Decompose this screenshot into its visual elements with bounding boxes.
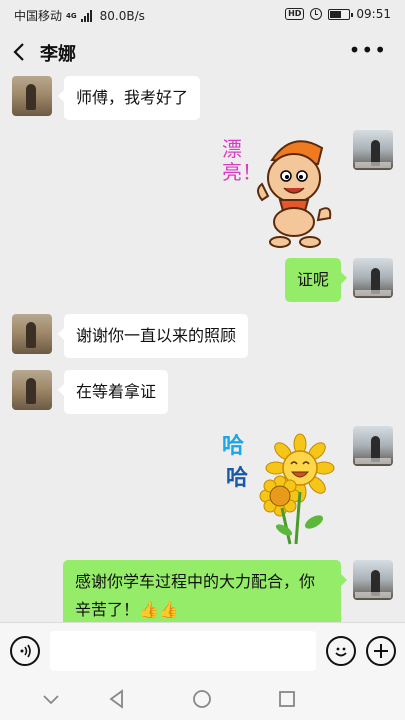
message-text: 感谢你学车过程中的大力配合，你辛苦了！👍👍 — [75, 572, 316, 619]
hide-keyboard-icon[interactable] — [40, 688, 62, 710]
message-bubble[interactable]: 谢谢你一直以来的照顾 — [57, 314, 249, 358]
my-avatar[interactable] — [353, 258, 393, 298]
sunflower-icon — [259, 433, 335, 545]
recents-nav-icon[interactable] — [276, 688, 298, 710]
voice-icon[interactable] — [10, 636, 40, 666]
contact-avatar[interactable] — [12, 370, 52, 410]
message-bubble[interactable]: 感谢你学车过程中的大力配合，你辛苦了！👍👍 — [63, 560, 347, 622]
message-bubble[interactable]: 在等着拿证 — [57, 370, 169, 414]
home-nav-icon[interactable] — [191, 688, 213, 710]
contact-avatar[interactable] — [12, 314, 52, 354]
message-list[interactable]: 师傅，我考好了 漂亮！ 证呢 谢谢你一直以来的照顾 在等着拿证 哈 哈 感谢你学… — [0, 74, 405, 622]
network-speed: 80.0B/s — [99, 8, 145, 23]
emoji-icon[interactable] — [326, 636, 356, 666]
plus-icon[interactable] — [366, 636, 396, 666]
back-arrow-icon[interactable] — [12, 42, 32, 62]
message-text: 在等着拿证 — [76, 382, 157, 401]
alarm-icon — [310, 8, 323, 20]
clock-time: 09:51 — [356, 7, 391, 21]
message-bubble[interactable]: 师傅，我考好了 — [57, 76, 201, 120]
message-bubble[interactable]: 证呢 — [284, 258, 348, 302]
cartoon-boy-sticker[interactable]: 漂亮！ — [222, 130, 342, 250]
input-bar — [0, 622, 405, 678]
signal-icon — [80, 9, 92, 22]
status-bar: 中国移动 4G 80.0B/s HD 09:51 — [0, 0, 405, 30]
contact-name: 李娜 — [40, 44, 76, 65]
battery-icon — [328, 8, 354, 20]
contact-avatar[interactable] — [12, 76, 52, 116]
my-avatar[interactable] — [353, 426, 393, 466]
message-text: 师傅，我考好了 — [76, 88, 189, 107]
sunflower-sticker[interactable]: 哈 哈 — [222, 426, 342, 546]
message-text: 谢谢你一直以来的照顾 — [76, 326, 237, 345]
my-avatar[interactable] — [353, 560, 393, 600]
network-type: 4G — [66, 11, 77, 20]
back-nav-icon[interactable] — [106, 688, 128, 710]
cartoon-boy-icon — [257, 140, 332, 248]
chat-header: 李娜 ••• — [0, 30, 405, 74]
my-avatar[interactable] — [353, 130, 393, 170]
message-input[interactable] — [50, 631, 316, 671]
carrier-name: 中国移动 — [14, 9, 63, 23]
more-icon[interactable]: ••• — [349, 40, 387, 60]
system-nav-bar — [0, 678, 405, 720]
hd-icon: HD — [285, 8, 305, 20]
message-text: 证呢 — [296, 270, 329, 289]
